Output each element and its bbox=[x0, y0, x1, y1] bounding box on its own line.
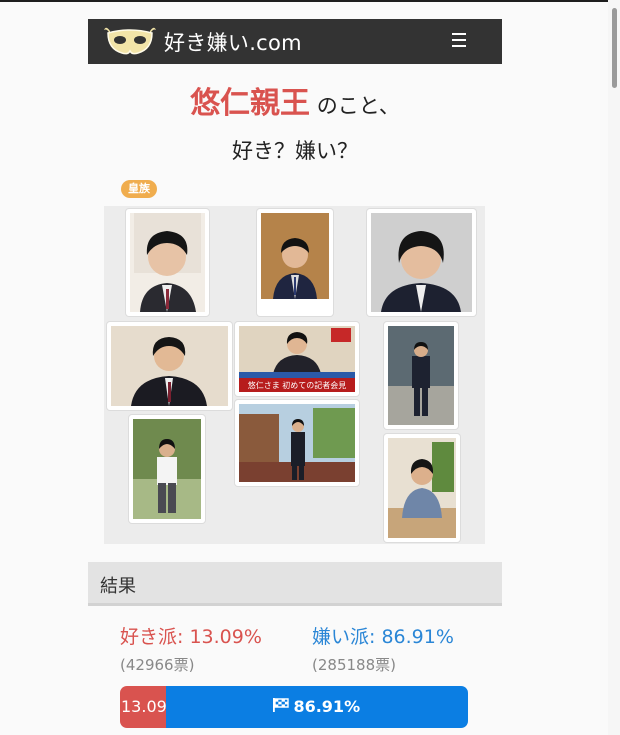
mask-icon bbox=[104, 27, 156, 54]
gallery-photo[interactable] bbox=[126, 209, 209, 316]
results-title: 結果 bbox=[100, 576, 136, 597]
gallery-photo[interactable] bbox=[367, 209, 476, 316]
scrollbar[interactable] bbox=[608, 0, 620, 735]
results-header: 結果 bbox=[88, 562, 502, 606]
gallery-photo[interactable] bbox=[384, 322, 458, 429]
dislike-bar: 86.91% bbox=[165, 686, 468, 728]
gallery-photo[interactable] bbox=[257, 209, 333, 316]
subject-name: 悠仁親王 bbox=[190, 86, 311, 121]
gallery-photo[interactable]: 悠仁さま 初めての記者会見 bbox=[235, 322, 359, 396]
site-name: 好き嫌い.com bbox=[164, 30, 302, 55]
scrollbar-thumb[interactable] bbox=[612, 8, 617, 88]
dislike-vote-count: (285188票) bbox=[312, 656, 396, 674]
page-title: 悠仁親王 のこと、 bbox=[88, 78, 502, 122]
gallery-photo[interactable] bbox=[235, 400, 359, 486]
window-top-border bbox=[0, 0, 620, 2]
dislike-bar-text: 86.91% bbox=[293, 697, 361, 716]
brand-link[interactable]: 好き嫌い.com bbox=[104, 23, 302, 60]
result-bar: 13.09% 86.91% bbox=[120, 686, 468, 728]
like-percentage: 好き派: 13.09% bbox=[120, 626, 262, 648]
category-badge[interactable]: 皇族 bbox=[121, 180, 157, 198]
navbar: 好き嫌い.com bbox=[88, 19, 502, 64]
title-suffix: のこと、 bbox=[316, 94, 400, 118]
like-bar: 13.09% bbox=[120, 686, 166, 728]
like-vote-count: (42966票) bbox=[120, 656, 195, 674]
hamburger-icon[interactable] bbox=[452, 33, 466, 47]
like-bar-text: 13.09% bbox=[121, 697, 166, 716]
gallery-photo[interactable] bbox=[384, 434, 460, 542]
page-question: 好き？嫌い？ bbox=[232, 139, 358, 163]
flag-checkered-icon bbox=[273, 698, 290, 712]
gallery-photo[interactable] bbox=[129, 415, 205, 523]
photo-caption-text: 悠仁さま 初めての記者会見 bbox=[248, 380, 347, 390]
gallery-photo[interactable] bbox=[107, 322, 232, 410]
photo-gallery: 悠仁さま 初めての記者会見 bbox=[104, 206, 485, 544]
dislike-percentage: 嫌い派: 86.91% bbox=[312, 626, 454, 648]
